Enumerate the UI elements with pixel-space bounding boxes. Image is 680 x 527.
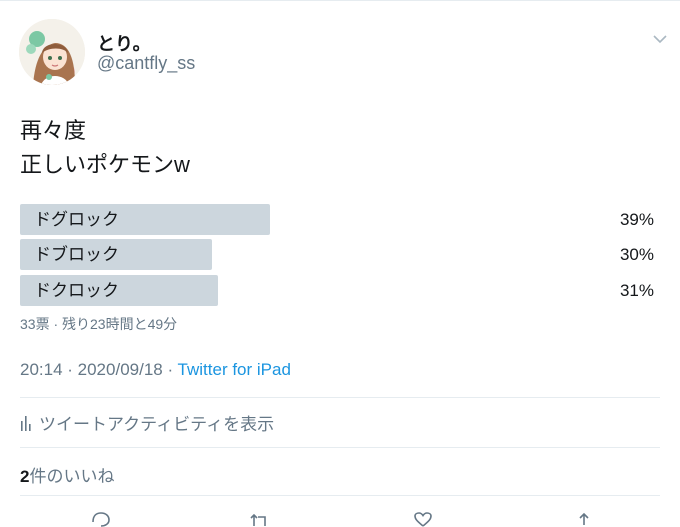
tweet-time-date[interactable]: 20:14 · 2020/09/18 ·	[20, 360, 178, 379]
poll-option-label: ドグロック	[34, 210, 119, 229]
poll-option: ドブロック 30%	[20, 239, 660, 270]
likes-label: 件のいいね	[29, 467, 115, 486]
tweet-activity-link[interactable]: ツイートアクティビティを表示	[20, 410, 274, 435]
divider	[20, 397, 660, 398]
poll-option: ドクロック 31%	[20, 275, 660, 306]
divider	[20, 447, 660, 448]
poll-option-percent: 30%	[619, 245, 654, 264]
like-icon[interactable]	[411, 510, 435, 527]
avatar[interactable]	[19, 19, 85, 85]
tweet-source-link[interactable]: Twitter for iPad	[178, 360, 291, 379]
poll-meta: 33票 · 残り23時間と49分	[20, 316, 178, 332]
bar-chart-icon	[21, 415, 31, 431]
poll-option-label: ドブロック	[34, 245, 119, 264]
poll-option-percent: 39%	[619, 210, 654, 229]
reply-icon[interactable]	[89, 510, 113, 527]
tweet-line: 再々度	[20, 118, 87, 143]
chevron-down-icon[interactable]	[652, 33, 668, 45]
retweet-icon[interactable]	[248, 510, 272, 527]
likes-count[interactable]: 2件のいいね	[20, 462, 114, 487]
top-divider	[0, 0, 680, 7]
poll-option-percent: 31%	[619, 281, 654, 300]
tweet-text: 再々度 正しいポケモンw	[20, 114, 190, 182]
user-handle[interactable]: @cantfly_ss	[97, 53, 195, 74]
share-icon[interactable]	[572, 510, 596, 527]
tweet-timestamp: 20:14 · 2020/09/18 · Twitter for iPad	[20, 360, 291, 380]
avatar-illustration	[19, 19, 85, 85]
poll-option: ドグロック 39%	[20, 204, 660, 235]
tweet-activity-label: ツイートアクティビティを表示	[39, 415, 275, 434]
poll-option-label: ドクロック	[34, 281, 119, 300]
tweet-line: 正しいポケモンw	[20, 152, 190, 177]
divider	[20, 495, 660, 496]
